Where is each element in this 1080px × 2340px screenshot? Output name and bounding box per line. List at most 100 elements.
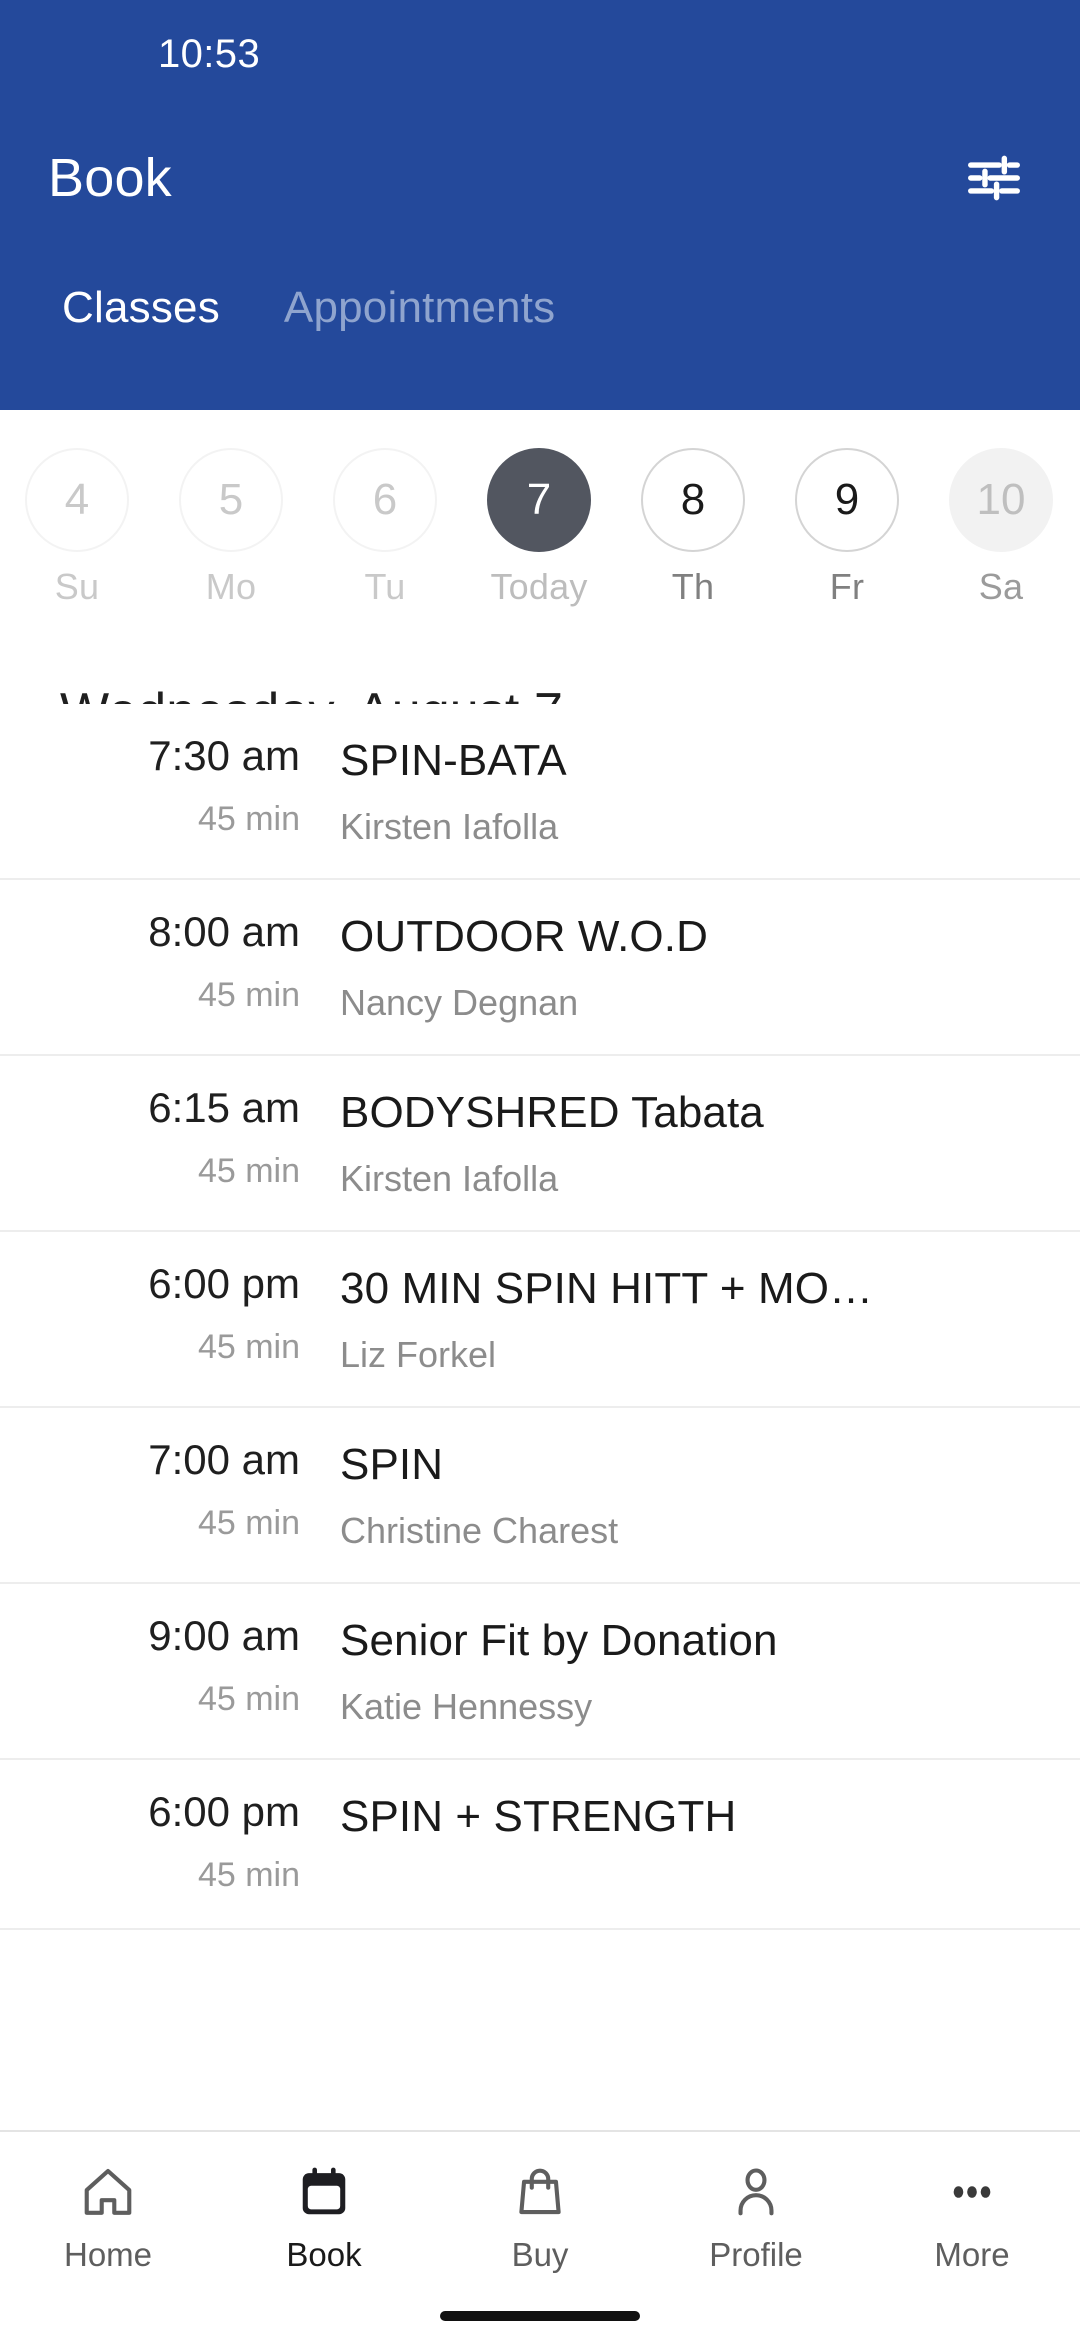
app-header: 10:53 Book Classes Appointments (0, 0, 1080, 410)
class-duration: 45 min (197, 1504, 300, 1543)
date-label-sa: Sa (978, 566, 1024, 607)
date-picker-strip[interactable]: 4 Su 5 Mo 6 Tu 7 Today 8 Th 9 Fr 10 Sa (0, 410, 1080, 660)
class-time-block: 6:00 pm 45 min (60, 1260, 340, 1367)
class-time: 8:00 am (148, 908, 300, 955)
class-time-block: 9:00 am 45 min (60, 1612, 340, 1719)
person-icon (727, 2156, 785, 2228)
class-time: 6:00 pm (148, 1260, 300, 1307)
date-cell-4[interactable]: 4 Su (0, 448, 154, 608)
class-instructor: Liz Forkel (340, 1334, 497, 1375)
home-indicator[interactable] (440, 2311, 640, 2321)
bottom-nav-items: Home Book Buy Profile More (0, 2132, 1080, 2292)
class-info-block: Senior Fit by Donation Katie Hennessy (340, 1614, 1030, 1728)
table-row[interactable]: 7:00 am 45 min SPIN Christine Charest (0, 1408, 1080, 1584)
nav-item-book[interactable]: Book (216, 2156, 432, 2292)
class-time: 7:30 am (148, 732, 300, 779)
nav-label-buy: Buy (511, 2236, 569, 2273)
table-row[interactable]: 6:00 pm 45 min SPIN + STRENGTH (0, 1760, 1080, 1930)
date-label-fr: Fr (829, 566, 865, 607)
status-bar-clock: 10:53 (158, 31, 261, 76)
nav-label-home: Home (63, 2236, 153, 2273)
class-name: SPIN + STRENGTH (340, 1792, 737, 1841)
date-cell-8[interactable]: 8 Th (616, 448, 770, 608)
nav-item-home[interactable]: Home (0, 2156, 216, 2292)
class-instructor: Kirsten Iafolla (340, 1158, 559, 1199)
class-time-block: 7:30 am 45 min (60, 732, 340, 839)
home-indicator-area (0, 2292, 1080, 2340)
date-circle-5[interactable]: 5 (179, 448, 283, 552)
sliders-filter-icon[interactable] (962, 146, 1026, 210)
class-instructor: Kirsten Iafolla (340, 806, 559, 847)
date-cell-5[interactable]: 5 Mo (154, 448, 308, 608)
date-label-today: Today (490, 566, 588, 607)
class-instructor: Christine Charest (340, 1510, 619, 1551)
class-name: SPIN-BATA (340, 736, 567, 785)
class-time: 6:00 pm (148, 1788, 300, 1835)
table-row[interactable]: 7:30 am 45 min SPIN-BATA Kirsten Iafolla (0, 704, 1080, 880)
class-duration: 45 min (197, 1680, 300, 1719)
class-time-block: 8:00 am 45 min (60, 908, 340, 1015)
bag-icon (511, 2156, 569, 2228)
class-name: SPIN (340, 1440, 444, 1489)
class-duration: 45 min (197, 1152, 300, 1191)
table-row[interactable]: 6:15 am 45 min BODYSHRED Tabata Kirsten … (0, 1056, 1080, 1232)
ellipsis-icon (943, 2156, 1001, 2228)
date-cell-6[interactable]: 6 Tu (308, 448, 462, 608)
class-name: BODYSHRED Tabata (340, 1088, 764, 1137)
nav-label-profile: Profile (709, 2236, 803, 2273)
class-info-block: SPIN + STRENGTH (340, 1790, 1030, 1862)
status-bar: 10:53 (0, 0, 1080, 108)
class-instructor: Katie Hennessy (340, 1686, 593, 1727)
date-cell-7-selected[interactable]: 7 Today (462, 448, 616, 608)
date-circle-8[interactable]: 8 (641, 448, 745, 552)
class-name: Senior Fit by Donation (340, 1616, 778, 1665)
class-name: 30 MIN SPIN HITT + MO… (340, 1264, 874, 1313)
class-name: OUTDOOR W.O.D (340, 912, 708, 961)
nav-item-buy[interactable]: Buy (432, 2156, 648, 2292)
date-circle-9[interactable]: 9 (795, 448, 899, 552)
class-instructor: Nancy Degnan (340, 982, 579, 1023)
class-time-block: 7:00 am 45 min (60, 1436, 340, 1543)
class-time: 7:00 am (148, 1436, 300, 1483)
nav-label-book: Book (286, 2236, 362, 2273)
class-time-block: 6:00 pm 45 min (60, 1788, 340, 1895)
class-info-block: BODYSHRED Tabata Kirsten Iafolla (340, 1086, 1030, 1200)
table-row[interactable]: 6:00 pm 45 min 30 MIN SPIN HITT + MO… Li… (0, 1232, 1080, 1408)
date-label-su: Su (54, 566, 100, 607)
date-circle-10[interactable]: 10 (949, 448, 1053, 552)
date-cell-10[interactable]: 10 Sa (924, 448, 1078, 608)
class-duration: 45 min (197, 976, 300, 1015)
table-row[interactable]: 9:00 am 45 min Senior Fit by Donation Ka… (0, 1584, 1080, 1760)
nav-item-more[interactable]: More (864, 2156, 1080, 2292)
class-time: 9:00 am (148, 1612, 300, 1659)
class-duration: 45 min (197, 800, 300, 839)
class-list-scroll-region[interactable]: 7:30 am 45 min SPIN-BATA Kirsten Iafolla… (0, 660, 1080, 2132)
nav-item-profile[interactable]: Profile (648, 2156, 864, 2292)
date-circle-7[interactable]: 7 (487, 448, 591, 552)
date-label-tu: Tu (364, 566, 406, 607)
date-label-mo: Mo (205, 566, 257, 607)
class-list: 7:30 am 45 min SPIN-BATA Kirsten Iafolla… (0, 704, 1080, 1930)
class-info-block: SPIN-BATA Kirsten Iafolla (340, 734, 1030, 848)
calendar-icon (295, 2156, 353, 2228)
class-time-block: 6:15 am 45 min (60, 1084, 340, 1191)
class-info-block: SPIN Christine Charest (340, 1438, 1030, 1552)
bottom-navigation-bar: Home Book Buy Profile More (0, 2130, 1080, 2340)
class-info-block: OUTDOOR W.O.D Nancy Degnan (340, 910, 1030, 1024)
tab-appointments[interactable]: Appointments (252, 283, 587, 333)
date-label-th: Th (671, 566, 715, 607)
app-bar: Book (0, 108, 1080, 248)
date-circle-6[interactable]: 6 (333, 448, 437, 552)
date-circle-4[interactable]: 4 (25, 448, 129, 552)
class-duration: 45 min (197, 1856, 300, 1895)
nav-label-more: More (934, 2236, 1010, 2273)
class-duration: 45 min (197, 1328, 300, 1367)
class-time: 6:15 am (148, 1084, 300, 1131)
header-tabs: Classes Appointments (0, 248, 1080, 368)
page-title: Book (48, 148, 172, 208)
tab-classes[interactable]: Classes (30, 283, 252, 333)
class-info-block: 30 MIN SPIN HITT + MO… Liz Forkel (340, 1262, 1030, 1376)
date-cell-9[interactable]: 9 Fr (770, 448, 924, 608)
table-row[interactable]: 8:00 am 45 min OUTDOOR W.O.D Nancy Degna… (0, 880, 1080, 1056)
home-icon (79, 2156, 137, 2228)
